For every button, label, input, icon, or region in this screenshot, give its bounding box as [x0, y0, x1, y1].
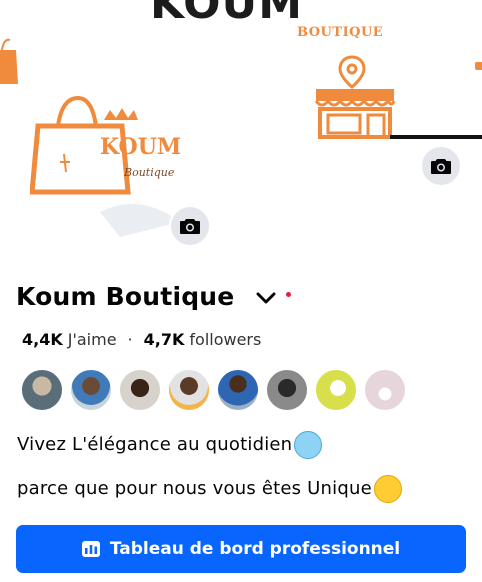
avatar[interactable]	[167, 368, 211, 412]
likes-count[interactable]: 4,4K	[22, 330, 63, 349]
avatar[interactable]	[216, 368, 260, 412]
avatar[interactable]	[265, 368, 309, 412]
edit-cover-camera-button[interactable]	[420, 145, 462, 187]
cover-title: KOUM	[150, 0, 304, 29]
followers-label[interactable]: followers	[189, 330, 261, 349]
notification-dot	[286, 292, 292, 297]
dashboard-button-label: Tableau de bord professionnel	[109, 539, 401, 559]
avatar[interactable]	[314, 368, 358, 412]
avatar[interactable]	[363, 368, 407, 412]
decor-dot	[475, 62, 482, 70]
logo-text-line1: KOUM	[100, 134, 181, 160]
edit-profile-picture-camera-button[interactable]	[169, 205, 211, 247]
dashboard-icon	[81, 541, 100, 557]
logo-text-line2: Boutique	[123, 166, 175, 179]
bio-line-1: Vivez L'élégance au quotidien	[17, 431, 323, 459]
likes-label[interactable]: J'aime	[68, 330, 117, 349]
cover-subtitle: BOUTIQUE	[297, 25, 384, 40]
camera-icon	[180, 219, 200, 234]
avatar[interactable]	[69, 368, 113, 412]
professional-dashboard-button[interactable]: Tableau de bord professionnel	[16, 525, 466, 573]
shopping-bag-icon	[0, 38, 18, 84]
camera-icon	[431, 159, 451, 174]
bio-line-2: parce que pour nous vous êtes Unique	[17, 475, 402, 503]
bio-text-1: Vivez L'élégance au quotidien	[17, 434, 293, 455]
follower-avatars[interactable]	[20, 368, 412, 412]
cover-photo[interactable]: KOUM BOUTIQUE KOUM Boutique	[0, 0, 482, 255]
storefront-icon	[314, 55, 396, 139]
chevron-down-icon[interactable]	[256, 291, 276, 305]
stats-separator: ·	[127, 330, 133, 349]
avatar[interactable]	[118, 368, 162, 412]
page-title: Koum Boutique	[16, 282, 235, 311]
bio-text-2: parce que pour nous vous êtes Unique	[17, 478, 372, 499]
page-stats: 4,4K J'aime · 4,7K followers	[22, 330, 261, 349]
profile-name-row: Koum Boutique	[16, 282, 292, 311]
followers-count[interactable]: 4,7K	[144, 330, 185, 349]
decor-line	[390, 135, 482, 139]
avatar[interactable]	[20, 368, 64, 412]
cold-face-emoji-icon	[294, 431, 323, 459]
smiling-face-emoji-icon	[373, 475, 402, 503]
